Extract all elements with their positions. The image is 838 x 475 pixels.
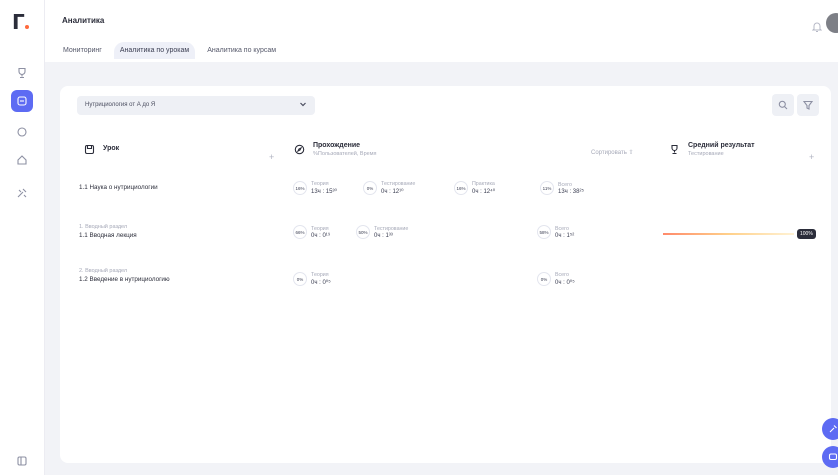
metric-value: 0ч : 12¹⁰ bbox=[381, 189, 404, 195]
avatar[interactable] bbox=[826, 13, 838, 33]
progress-ring: 0% bbox=[363, 181, 377, 195]
bell-icon[interactable] bbox=[811, 20, 823, 38]
tabs: Мониторинг Аналитика по урокам Аналитика… bbox=[57, 42, 282, 59]
progress-ring: 50% bbox=[356, 225, 370, 239]
progress-ring: 66% bbox=[293, 225, 307, 239]
metric-value: 0ч : 12⁴⁰ bbox=[472, 189, 496, 195]
tab-lessons-analytics[interactable]: Аналитика по урокам bbox=[113, 42, 196, 59]
metric-label: Теория bbox=[311, 225, 329, 232]
metric-label: Теория bbox=[311, 272, 329, 278]
metric-total: 11% Всего 13ч : 38²⁵ bbox=[540, 181, 584, 195]
metric-total: 0% Всего 0ч : 0⁰⁵ bbox=[537, 272, 575, 286]
column-progress-subtitle: %Пользователей, Время bbox=[313, 151, 377, 157]
metric-label: Всего bbox=[555, 272, 569, 278]
tools-icon[interactable] bbox=[11, 182, 33, 204]
table-row[interactable]: 2. Вводный раздел 1.2 Введение в нутрици… bbox=[79, 268, 170, 283]
compass-icon bbox=[292, 142, 306, 156]
metric-value: 13ч : 38²⁵ bbox=[558, 188, 584, 195]
progress-ring: 16% bbox=[293, 181, 307, 195]
search-icon bbox=[778, 100, 788, 110]
metric-label: Всего bbox=[558, 181, 572, 188]
progress-ring: 16% bbox=[454, 181, 468, 195]
progress-ring: 11% bbox=[540, 181, 554, 195]
chevron-down-icon bbox=[299, 100, 307, 110]
tab-courses-analytics[interactable]: Аналитика по курсам bbox=[201, 42, 282, 59]
circle-icon[interactable] bbox=[11, 121, 33, 143]
top-bar: Аналитика Мониторинг Аналитика по урокам… bbox=[45, 0, 838, 62]
metric-value: 13ч : 15³⁰ bbox=[311, 189, 337, 195]
book-icon[interactable] bbox=[11, 90, 33, 112]
metric-value: 0ч : 0¹⁹ bbox=[311, 232, 331, 239]
trophy-icon[interactable] bbox=[11, 62, 33, 84]
add-result-column-icon[interactable]: + bbox=[809, 152, 814, 162]
column-progress-title: Прохождение bbox=[313, 142, 361, 149]
metric-value: 0ч : 0⁰⁵ bbox=[311, 280, 331, 286]
progress-ring: 0% bbox=[537, 272, 551, 286]
search-button[interactable] bbox=[772, 94, 794, 116]
result-progress-bar bbox=[663, 233, 794, 235]
metric-theory: 66% Теория 0ч : 0¹⁹ bbox=[293, 225, 330, 239]
metric-value: 0ч : 1³³ bbox=[374, 232, 393, 239]
lesson-name: 1.1 Наука о нутрициологии bbox=[79, 184, 158, 191]
lesson-name: 1.2 Введение в нутрициологию bbox=[79, 276, 170, 283]
column-lesson: Урок bbox=[82, 142, 119, 156]
add-lesson-column-icon[interactable]: + bbox=[269, 152, 274, 162]
metric-practice: 16% Практика 0ч : 12⁴⁰ bbox=[454, 181, 495, 195]
result-value-badge: 100% bbox=[797, 229, 816, 239]
chat-icon bbox=[828, 453, 838, 461]
column-lesson-title: Урок bbox=[103, 145, 120, 152]
progress-ring: 0% bbox=[293, 272, 307, 286]
analytics-card: Нутрициология от А до Я Урок + Прохожден… bbox=[60, 86, 831, 463]
home-icon[interactable] bbox=[11, 149, 33, 171]
course-select[interactable]: Нутрициология от А до Я bbox=[77, 96, 315, 115]
metric-label: Тестирование bbox=[374, 225, 409, 232]
course-select-value: Нутрициология от А до Я bbox=[85, 102, 156, 108]
sidebar: Г bbox=[0, 0, 45, 475]
metric-value: 0ч : 0⁰⁵ bbox=[555, 280, 575, 286]
tools-fab[interactable] bbox=[822, 418, 838, 440]
lesson-name: 1.1 Вводная лекция bbox=[79, 232, 137, 239]
lesson-icon bbox=[82, 142, 96, 156]
column-result-title: Средний результат bbox=[688, 142, 755, 149]
page-title: Аналитика bbox=[62, 16, 105, 25]
table-row[interactable]: 1. Вводный раздел 1.1 Вводная лекция bbox=[79, 224, 137, 239]
metric-testing: 0% Тестирование 0ч : 12¹⁰ bbox=[363, 181, 415, 195]
sort-button[interactable]: Сортировать ⇧ bbox=[591, 149, 634, 156]
tab-monitoring[interactable]: Мониторинг bbox=[57, 42, 108, 59]
lesson-section: 2. Вводный раздел bbox=[79, 268, 128, 274]
metric-total: 58% Всего 0ч : 1⁵² bbox=[537, 225, 574, 239]
metric-value: 0ч : 1⁵² bbox=[555, 232, 575, 239]
sidebar-collapse-icon[interactable] bbox=[11, 450, 33, 472]
column-result-subtitle: Тестирование bbox=[688, 151, 724, 157]
logo-dot bbox=[25, 25, 29, 29]
metric-label: Теория bbox=[311, 181, 329, 187]
metric-theory: 16% Теория 13ч : 15³⁰ bbox=[293, 181, 337, 195]
metric-theory: 0% Теория 0ч : 0⁰⁵ bbox=[293, 272, 331, 286]
column-progress: Прохождение %Пользователей, Время bbox=[292, 142, 376, 157]
filter-icon bbox=[803, 100, 813, 110]
progress-ring: 58% bbox=[537, 225, 551, 239]
metric-label: Всего bbox=[555, 225, 569, 232]
metric-label: Практика bbox=[472, 181, 495, 187]
filter-button[interactable] bbox=[797, 94, 819, 116]
chat-fab[interactable] bbox=[822, 446, 838, 468]
trophy-icon bbox=[667, 142, 681, 156]
tools-icon bbox=[829, 425, 837, 433]
metric-label: Тестирование bbox=[381, 181, 416, 187]
metric-testing: 50% Тестирование 0ч : 1³³ bbox=[356, 225, 408, 239]
app-logo[interactable]: Г bbox=[12, 10, 25, 34]
table-row[interactable]: 1.1 Наука о нутрициологии bbox=[79, 182, 158, 191]
column-result: Средний результат Тестирование bbox=[667, 142, 755, 157]
lesson-section: 1. Вводный раздел bbox=[79, 224, 128, 230]
